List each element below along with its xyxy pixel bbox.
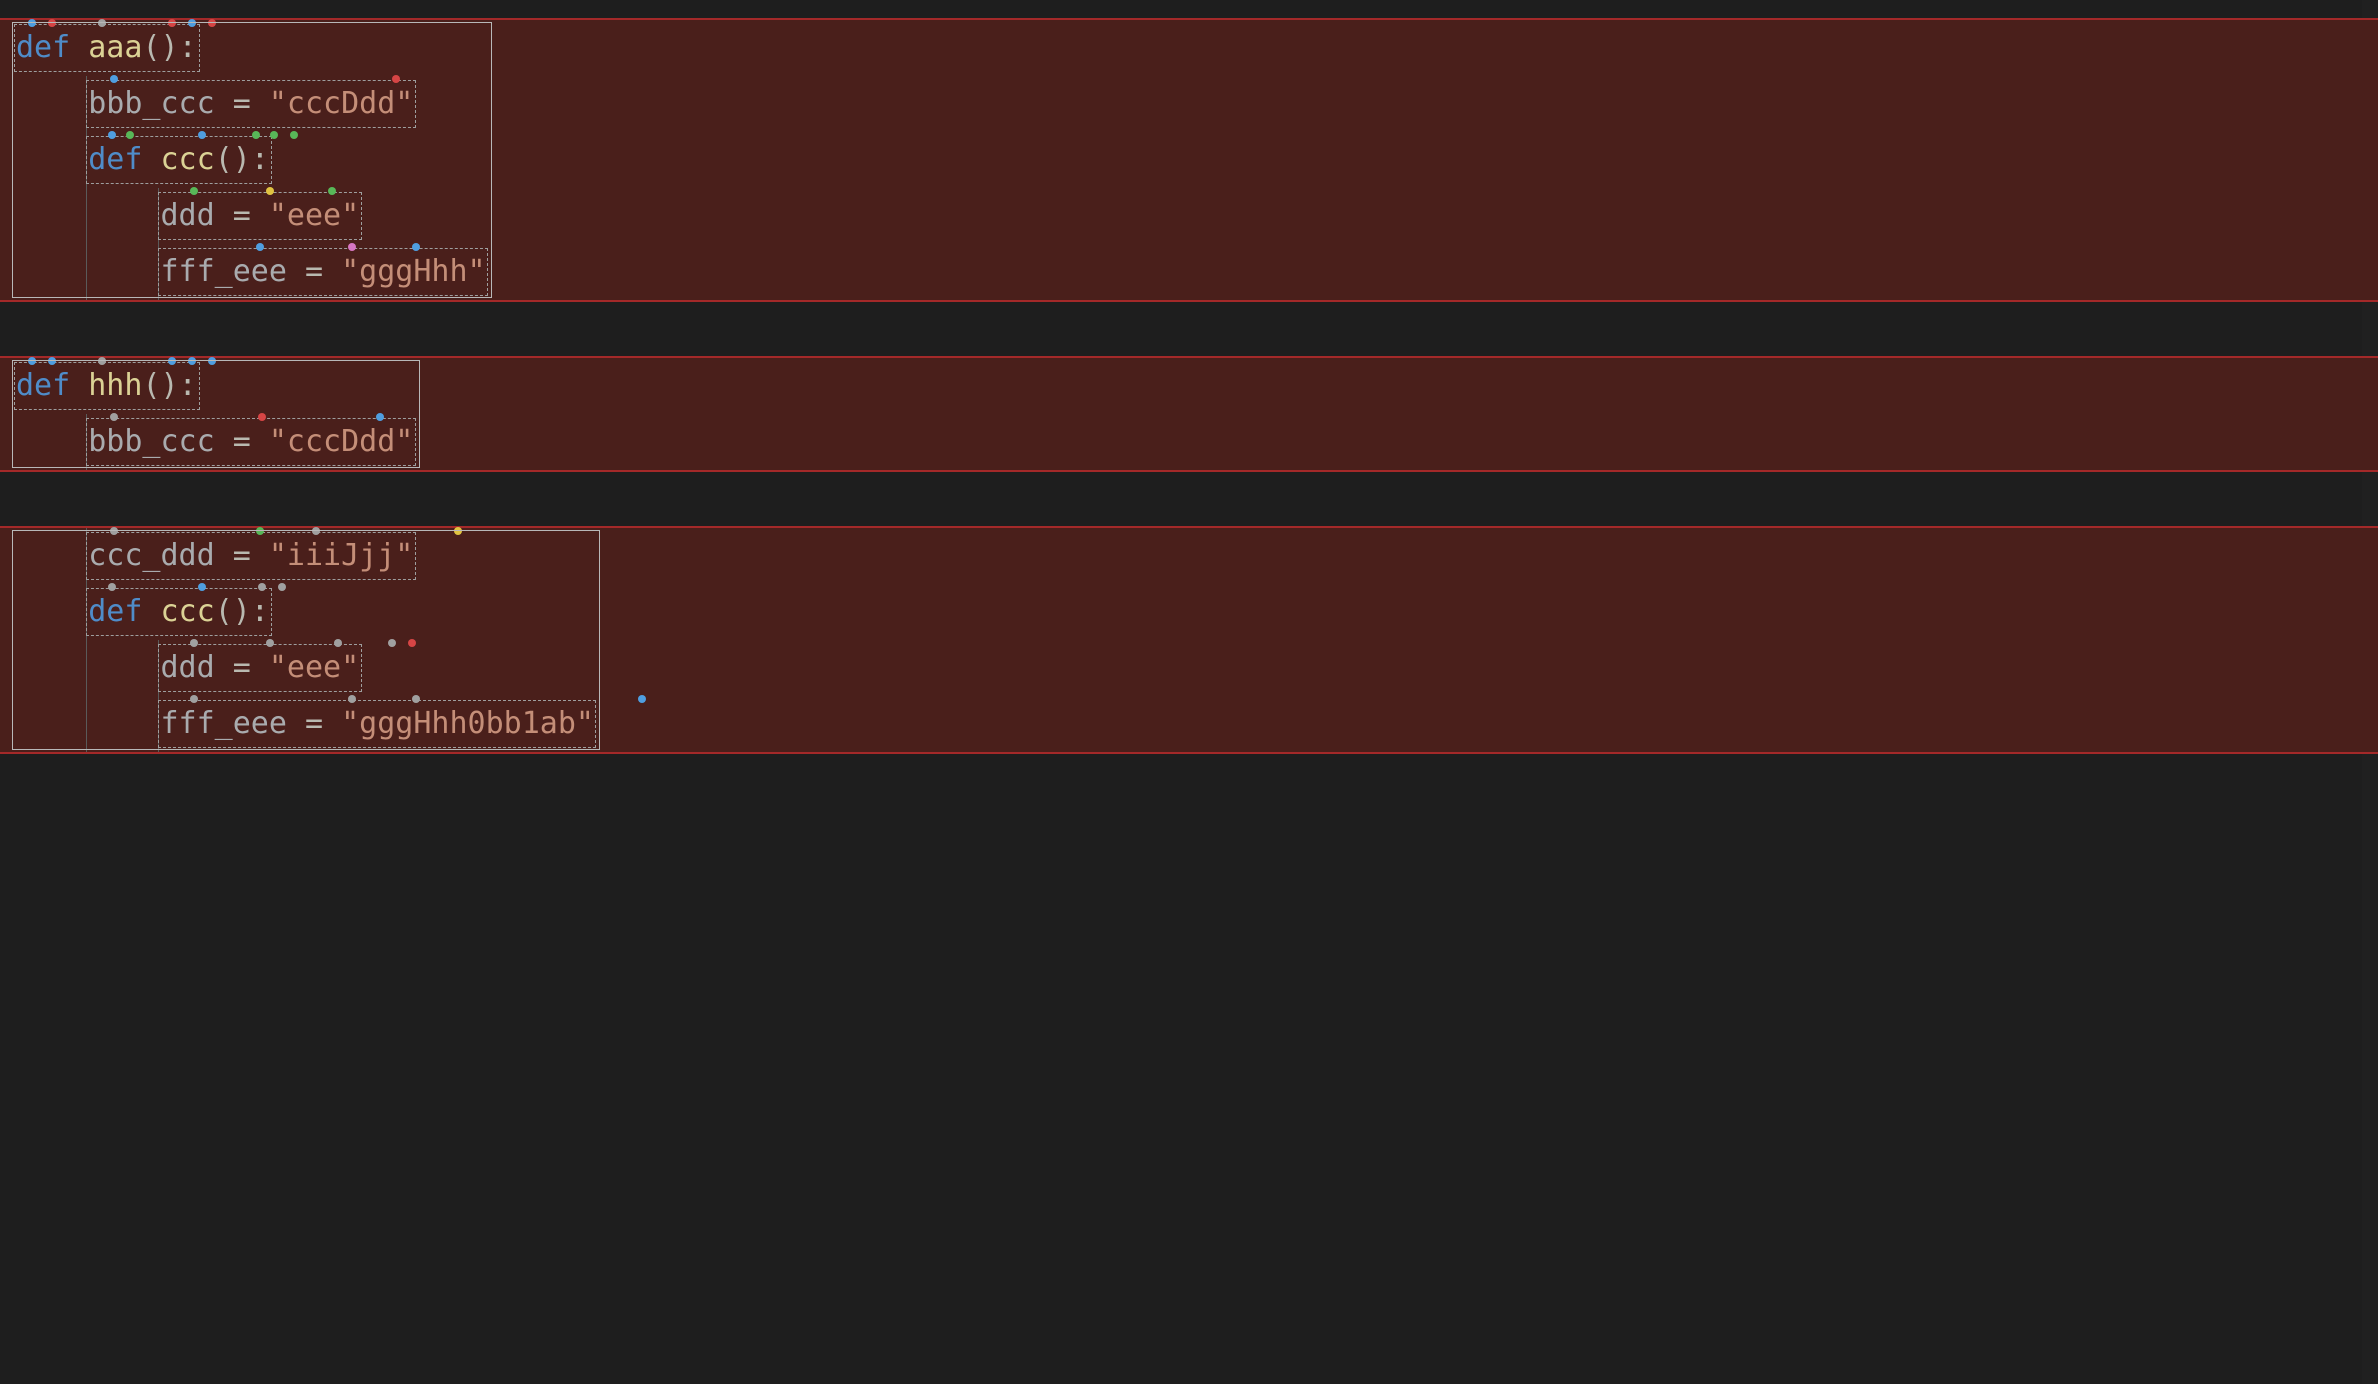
token-punc: ( (215, 142, 233, 177)
code-line[interactable]: def hhh(): (0, 358, 2378, 414)
token-fn: aaa (88, 30, 142, 65)
token-str: "eee" (269, 650, 359, 685)
code-line[interactable]: bbb_ccc = "cccDdd" (0, 414, 2378, 470)
code-editor[interactable]: def aaa(): bbb_ccc = "cccDdd" def ccc():… (0, 0, 2378, 1384)
code-text: bbb_ccc = "cccDdd" (0, 76, 413, 132)
token-str: "gggHhh0bb1ab" (341, 706, 594, 741)
code-line[interactable]: fff_eee = "gggHhh0bb1ab" (0, 696, 2378, 752)
code-text: ddd = "eee" (0, 188, 359, 244)
diff-block: def hhh(): bbb_ccc = "cccDdd" (0, 356, 2378, 472)
token-str: "iiiJjj" (269, 538, 414, 573)
token-punc: ) (233, 142, 251, 177)
indent-guide (158, 244, 159, 300)
code-line[interactable]: bbb_ccc = "cccDdd" (0, 76, 2378, 132)
token-str: "cccDdd" (269, 86, 414, 121)
indent-guide (86, 696, 87, 752)
code-line[interactable]: ddd = "eee" (0, 188, 2378, 244)
code-line[interactable]: ccc_ddd = "iiiJjj" (0, 528, 2378, 584)
code-line[interactable]: fff_eee = "gggHhh" (0, 244, 2378, 300)
annotation-dot (278, 583, 286, 591)
token-fn: ccc (161, 594, 215, 629)
token-name: bbb_ccc (88, 424, 233, 459)
token-op: = (233, 424, 269, 459)
token-op: = (233, 650, 269, 685)
token-punc: : (179, 368, 197, 403)
code-text: fff_eee = "gggHhh0bb1ab" (0, 696, 594, 752)
code-text: def ccc(): (0, 584, 269, 640)
code-line[interactable]: def ccc(): (0, 584, 2378, 640)
token-name: fff_eee (161, 706, 306, 741)
token-punc: ( (142, 368, 160, 403)
indent-guide (158, 640, 159, 696)
annotation-dot (408, 639, 416, 647)
annotation-dot (290, 131, 298, 139)
indent-guide (86, 76, 87, 132)
indent-guide (158, 696, 159, 752)
token-op: = (233, 86, 269, 121)
token-punc: ) (161, 30, 179, 65)
token-kw: def (88, 142, 160, 177)
code-text: def hhh(): (0, 358, 197, 414)
indent-guide (86, 188, 87, 244)
indent-guide (86, 528, 87, 584)
token-punc: ) (161, 368, 179, 403)
token-name: bbb_ccc (88, 86, 233, 121)
code-line[interactable]: ddd = "eee" (0, 640, 2378, 696)
diff-block: ccc_ddd = "iiiJjj" def ccc(): ddd = "eee… (0, 526, 2378, 754)
annotation-dot (270, 131, 278, 139)
token-name: ddd (161, 198, 233, 233)
annotation-dot (638, 695, 646, 703)
token-punc: ( (215, 594, 233, 629)
token-op: = (233, 198, 269, 233)
code-line[interactable]: def aaa(): (0, 20, 2378, 76)
token-kw: def (88, 594, 160, 629)
indent-guide (86, 584, 87, 640)
token-punc: : (179, 30, 197, 65)
token-op: = (305, 254, 341, 289)
token-op: = (305, 706, 341, 741)
token-str: "gggHhh" (341, 254, 486, 289)
token-str: "eee" (269, 198, 359, 233)
token-op: = (233, 538, 269, 573)
annotation-dot (388, 639, 396, 647)
code-line[interactable]: def ccc(): (0, 132, 2378, 188)
annotation-dot (208, 19, 216, 27)
token-fn: ccc (161, 142, 215, 177)
indent-guide (86, 640, 87, 696)
token-kw: def (16, 368, 88, 403)
code-text: def ccc(): (0, 132, 269, 188)
token-punc: ( (142, 30, 160, 65)
indent-guide (86, 132, 87, 188)
indent-guide (86, 414, 87, 470)
indent-guide (86, 244, 87, 300)
diff-block: def aaa(): bbb_ccc = "cccDdd" def ccc():… (0, 18, 2378, 302)
token-name: fff_eee (161, 254, 306, 289)
annotation-dot (454, 527, 462, 535)
token-punc: : (251, 142, 269, 177)
token-fn: hhh (88, 368, 142, 403)
annotation-dot (208, 357, 216, 365)
indent-guide (158, 188, 159, 244)
code-text: bbb_ccc = "cccDdd" (0, 414, 413, 470)
code-text: ddd = "eee" (0, 640, 359, 696)
token-punc: : (251, 594, 269, 629)
code-text: fff_eee = "gggHhh" (0, 244, 486, 300)
token-punc: ) (233, 594, 251, 629)
token-name: ccc_ddd (88, 538, 233, 573)
token-kw: def (16, 30, 88, 65)
code-text: def aaa(): (0, 20, 197, 76)
token-str: "cccDdd" (269, 424, 414, 459)
token-name: ddd (161, 650, 233, 685)
code-text: ccc_ddd = "iiiJjj" (0, 528, 413, 584)
